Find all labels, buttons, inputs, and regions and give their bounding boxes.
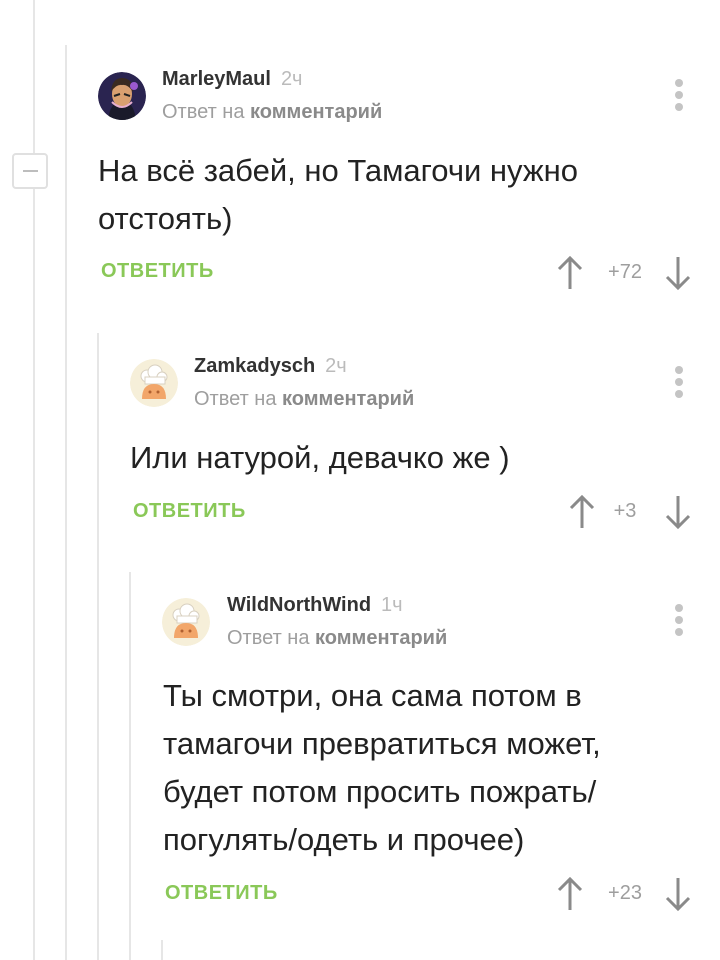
vote-score: +72 bbox=[608, 261, 642, 283]
downvote-arrow-icon[interactable] bbox=[664, 876, 692, 912]
comment-text: Или натурой, девачко же ) bbox=[130, 440, 510, 475]
comment-text: Ты смотри, она сама потом в тамагочи пре… bbox=[163, 678, 601, 857]
reply-to-link[interactable]: комментарий bbox=[315, 627, 447, 649]
vote-controls: +3 bbox=[556, 494, 696, 530]
author-name[interactable]: WildNorthWind bbox=[227, 594, 371, 616]
thread-line-level-4 bbox=[161, 940, 163, 960]
more-options-icon[interactable] bbox=[667, 600, 691, 640]
reply-to-prefix: Ответ на bbox=[162, 101, 245, 123]
chef-avatar[interactable] bbox=[162, 598, 210, 646]
thread-line-level-1 bbox=[65, 45, 67, 960]
reply-button[interactable]: ОТВЕТИТЬ bbox=[165, 882, 278, 905]
reply-to-line: Ответ на комментарий bbox=[194, 388, 414, 411]
comment-time: 2ч bbox=[280, 68, 303, 90]
vote-score: +3 bbox=[613, 500, 637, 522]
upvote-arrow-icon[interactable] bbox=[568, 494, 596, 530]
thread-line-level-2 bbox=[97, 333, 99, 960]
vote-score: +23 bbox=[608, 882, 642, 904]
author-name[interactable]: MarleyMaul bbox=[162, 68, 271, 90]
comment-time: 1ч bbox=[381, 594, 403, 616]
reply-to-link[interactable]: комментарий bbox=[282, 388, 414, 410]
thread-line-level-3 bbox=[129, 572, 131, 960]
comment-text: На всё забей, но Тамагочи нужно отстоять… bbox=[98, 153, 579, 236]
comment-author[interactable]: MarleyMaul 2ч bbox=[162, 68, 302, 91]
collapse-thread-button[interactable] bbox=[12, 153, 48, 189]
downvote-arrow-icon[interactable] bbox=[664, 255, 692, 291]
reply-to-prefix: Ответ на bbox=[194, 388, 277, 410]
reply-to-line: Ответ на комментарий bbox=[227, 627, 447, 650]
author-name[interactable]: Zamkadysch bbox=[194, 355, 315, 377]
upvote-arrow-icon[interactable] bbox=[556, 876, 584, 912]
chef-avatar[interactable] bbox=[130, 359, 178, 407]
portrait-avatar[interactable] bbox=[98, 72, 146, 120]
vote-controls: +72 bbox=[556, 255, 696, 291]
comment-author[interactable]: WildNorthWind 1ч bbox=[227, 594, 403, 617]
reply-to-line: Ответ на комментарий bbox=[162, 101, 382, 124]
reply-button[interactable]: ОТВЕТИТЬ bbox=[133, 500, 246, 523]
thread-line-level-0 bbox=[33, 0, 35, 960]
reply-to-prefix: Ответ на bbox=[227, 627, 310, 649]
more-options-icon[interactable] bbox=[667, 362, 691, 402]
reply-button[interactable]: ОТВЕТИТЬ bbox=[101, 260, 214, 283]
upvote-arrow-icon[interactable] bbox=[556, 255, 584, 291]
comment-author[interactable]: Zamkadysch 2ч bbox=[194, 355, 347, 378]
vote-controls: +23 bbox=[556, 876, 696, 912]
comment-time: 2ч bbox=[325, 355, 347, 377]
more-options-icon[interactable] bbox=[667, 75, 691, 115]
downvote-arrow-icon[interactable] bbox=[664, 494, 692, 530]
reply-to-link[interactable]: комментарий bbox=[250, 101, 382, 123]
